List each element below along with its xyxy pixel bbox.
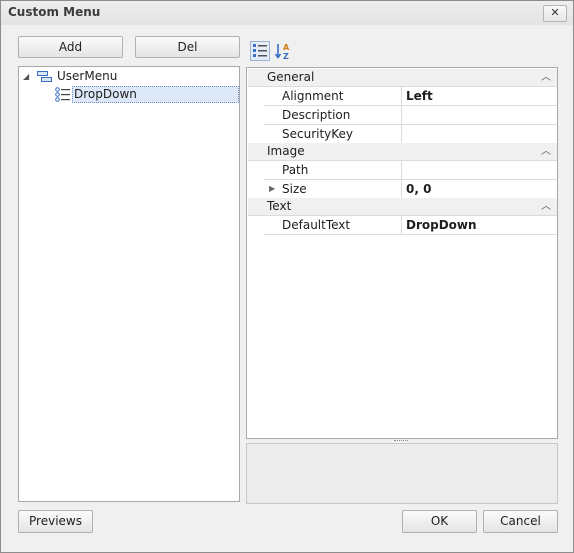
category-label: General [267, 70, 315, 84]
tree-item-usermenu[interactable]: ◢ UserMenu [23, 68, 223, 85]
title-bar: Custom Menu ✕ [1, 1, 573, 25]
property-name: Alignment [282, 87, 402, 105]
collapse-arrow-icon[interactable]: ◢ [23, 68, 29, 85]
property-name: Description [282, 106, 402, 124]
property-name: DefaultText [282, 216, 402, 234]
ok-button[interactable]: OK [402, 510, 477, 533]
property-row-defaulttext[interactable]: DefaultText DropDown [264, 216, 557, 235]
list-item-icon [55, 87, 71, 102]
property-value[interactable]: 0, 0 [406, 180, 431, 198]
property-name: Path [282, 161, 402, 179]
property-name: SecurityKey [282, 125, 402, 143]
svg-text:Z: Z [283, 52, 289, 61]
window-title: Custom Menu [8, 5, 101, 19]
tree-item-label: UserMenu [57, 69, 118, 83]
svg-text:A: A [283, 43, 290, 52]
custom-menu-dialog: Custom Menu ✕ Add Del A Z ◢ UserMenu Dro… [0, 0, 574, 553]
cancel-button[interactable]: Cancel [483, 510, 558, 533]
expand-arrow-icon[interactable]: ▶ [269, 180, 275, 198]
property-row-path[interactable]: Path [264, 161, 557, 180]
property-value[interactable]: DropDown [406, 216, 477, 234]
categorized-icon[interactable] [250, 41, 270, 61]
chevron-up-icon[interactable]: ︿ [541, 69, 551, 86]
category-label: Text [267, 199, 292, 213]
close-button[interactable]: ✕ [543, 5, 567, 22]
chevron-up-icon[interactable]: ︿ [541, 143, 551, 160]
property-row-alignment[interactable]: Alignment Left [264, 87, 557, 106]
menu-tree[interactable]: ◢ UserMenu DropDown [18, 66, 240, 502]
property-name: Size [282, 180, 402, 198]
del-button[interactable]: Del [135, 36, 240, 58]
property-row-size[interactable]: ▶ Size 0, 0 [264, 180, 557, 199]
tree-item-dropdown[interactable]: DropDown [55, 86, 239, 103]
menu-root-icon [37, 71, 53, 82]
tree-item-label: DropDown [72, 86, 239, 103]
alphabetical-sort-icon[interactable]: A Z [274, 41, 294, 61]
category-label: Image [267, 144, 305, 158]
property-row-description[interactable]: Description [264, 106, 557, 125]
chevron-up-icon[interactable]: ︿ [541, 198, 551, 215]
description-panel [246, 443, 558, 504]
property-grid[interactable]: General ︿ Alignment Left Description Sec… [246, 67, 558, 439]
category-image[interactable]: Image ︿ [248, 143, 557, 161]
property-row-securitykey[interactable]: SecurityKey [264, 125, 557, 144]
add-button[interactable]: Add [18, 36, 123, 58]
category-text[interactable]: Text ︿ [248, 198, 557, 216]
property-value[interactable]: Left [406, 87, 433, 105]
category-general[interactable]: General ︿ [248, 69, 557, 87]
previews-button[interactable]: Previews [18, 510, 93, 533]
close-icon: ✕ [550, 6, 560, 19]
